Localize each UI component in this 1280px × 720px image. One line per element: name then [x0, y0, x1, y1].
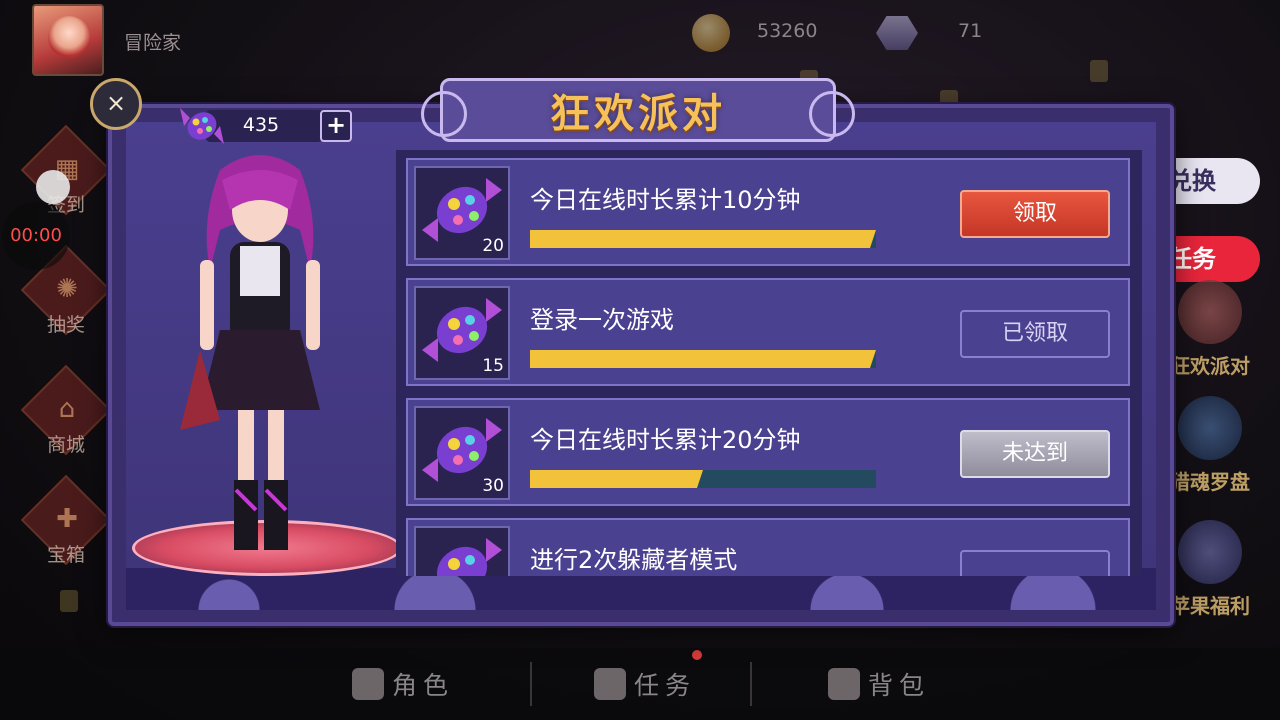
record-timer[interactable]: 00:00: [2, 202, 70, 270]
record-handle[interactable]: [36, 170, 70, 204]
task-title: 登录一次游戏: [530, 306, 674, 334]
shop-icon: ⌂: [58, 394, 76, 424]
compass-icon: [1178, 396, 1242, 460]
coin-icon: [692, 14, 730, 52]
candy-icon: [436, 538, 502, 576]
nav-divider: [530, 662, 532, 706]
reward-slot: 30: [414, 406, 510, 500]
task-progress-bar: [530, 470, 876, 488]
reward-slot: 15: [414, 286, 510, 380]
reward-quantity: 30: [482, 476, 504, 496]
task-row: 进行2次躲藏者模式: [406, 518, 1130, 576]
nav-backpack[interactable]: 背包: [828, 662, 930, 706]
close-button[interactable]: ×: [90, 78, 142, 130]
add-candy-button[interactable]: +: [320, 110, 352, 142]
side-menu-chest[interactable]: ✚ 宝箱: [18, 474, 114, 576]
candy-icon: [180, 108, 224, 144]
dialog-title: 狂欢派对: [550, 91, 726, 137]
bottom-nav: 角色 任务 背包: [0, 648, 1280, 720]
candy-count: 435: [242, 114, 280, 136]
avatar[interactable]: [32, 4, 104, 76]
gift-icon: ✚: [56, 504, 78, 534]
character-icon: [352, 668, 384, 700]
notification-dot: [692, 650, 702, 660]
task-title: 今日在线时长累计10分钟: [530, 186, 801, 214]
nav-divider: [750, 662, 752, 706]
task-title: 今日在线时长累计20分钟: [530, 426, 801, 454]
nav-character[interactable]: 角色: [352, 662, 454, 706]
wheel-icon: ✺: [56, 274, 78, 304]
title-banner: 狂欢派对: [421, 78, 855, 142]
task-action-button[interactable]: [960, 550, 1110, 576]
top-bar: 冒险家 53260 71: [0, 0, 1280, 76]
task-progress-bar: [530, 350, 876, 368]
reward-slot: 20: [414, 166, 510, 260]
backpack-icon: [828, 668, 860, 700]
task-row: 15 登录一次游戏 已领取: [406, 278, 1130, 386]
claimed-button[interactable]: 已领取: [960, 310, 1110, 358]
coin-count: 53260: [757, 20, 818, 42]
gem-count: 71: [958, 20, 983, 42]
task-title: 进行2次躲藏者模式: [530, 546, 738, 574]
carnival-icon: [1178, 280, 1242, 344]
task-icon: [594, 668, 626, 700]
gem-icon: [876, 16, 918, 50]
character-illustration: [180, 155, 320, 550]
side-menu-shop[interactable]: ⌂ 商城: [18, 364, 114, 466]
player-name: 冒险家: [124, 32, 182, 54]
reward-quantity: 15: [482, 356, 504, 376]
reward-slot: [414, 526, 510, 576]
welfare-icon: [1178, 520, 1242, 584]
task-progress-bar: [530, 230, 876, 248]
task-row: 20 今日在线时长累计10分钟 领取: [406, 158, 1130, 266]
task-row: 30 今日在线时长累计20分钟 未达到: [406, 398, 1130, 506]
not-reached-button[interactable]: 未达到: [960, 430, 1110, 478]
task-list[interactable]: 20 今日在线时长累计10分钟 领取 15 登录一次游戏 已领取 30 今日在线…: [396, 150, 1142, 576]
claim-button[interactable]: 领取: [960, 190, 1110, 238]
candy-counter: 435 +: [176, 108, 352, 144]
nav-task[interactable]: 任务: [594, 662, 696, 706]
reward-quantity: 20: [482, 236, 504, 256]
